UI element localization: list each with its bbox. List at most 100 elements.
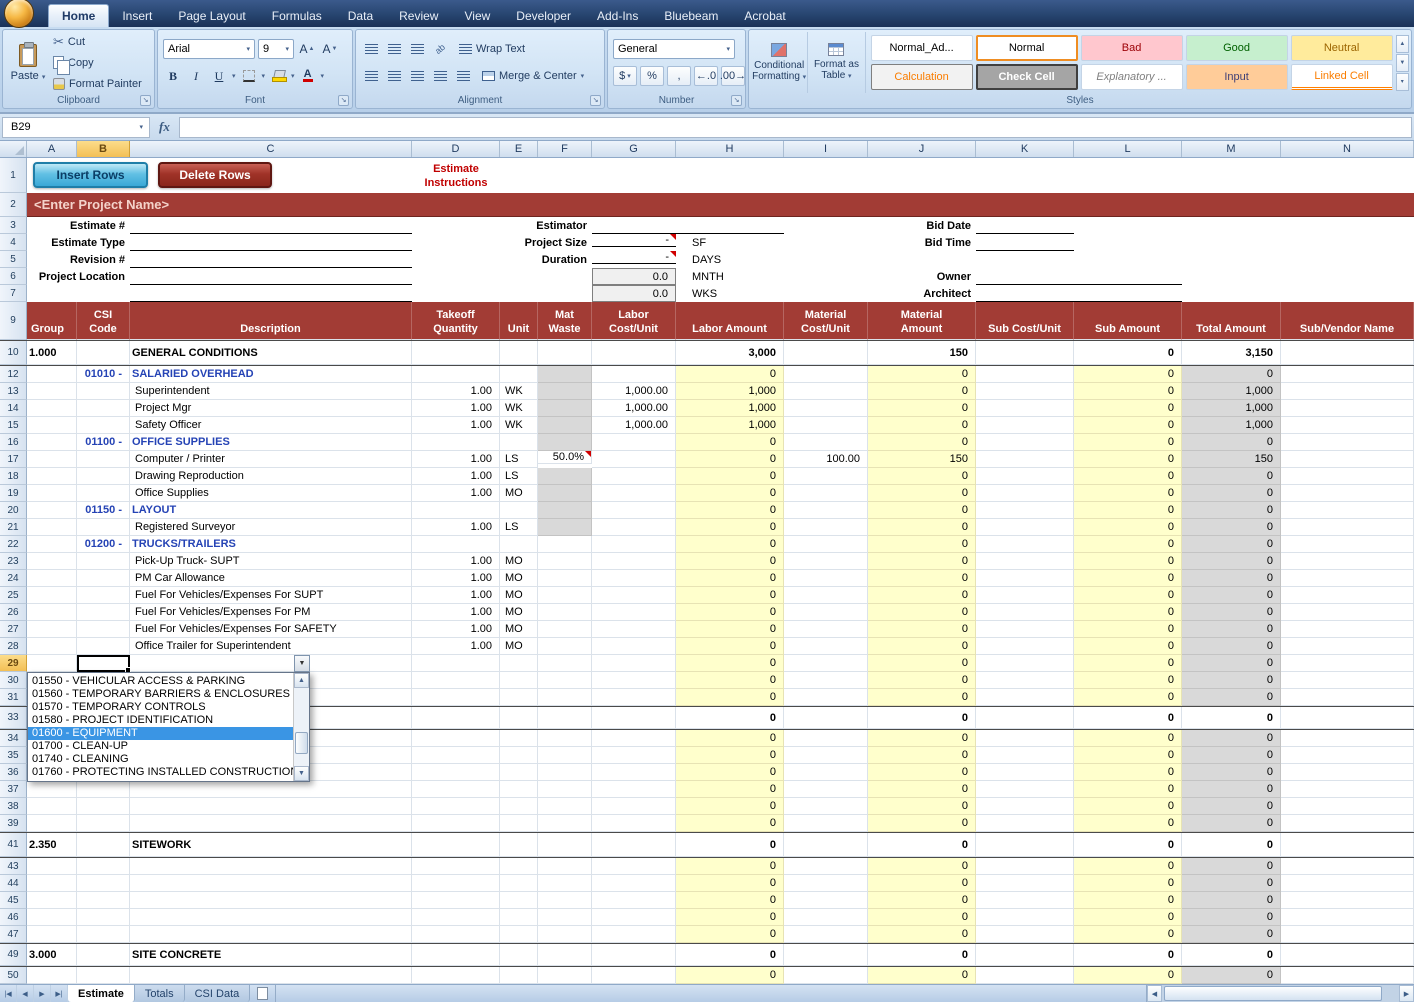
cell-I41[interactable] <box>784 833 868 857</box>
cell-N26[interactable] <box>1281 604 1414 621</box>
paste-button[interactable]: Paste ▾ <box>5 32 51 93</box>
cell-F15[interactable] <box>538 417 592 434</box>
grow-font-button[interactable]: A ▲ <box>297 39 317 59</box>
cell-C6[interactable] <box>130 268 412 285</box>
cell-F47[interactable] <box>538 926 592 943</box>
cell-F9[interactable]: Mat Waste <box>538 302 592 340</box>
cell-A27[interactable] <box>27 621 77 638</box>
cell-F16[interactable] <box>538 434 592 451</box>
cell-I21[interactable] <box>784 519 868 536</box>
cell-E37[interactable] <box>500 781 538 798</box>
dropdown-arrow-icon[interactable]: ▾ <box>321 72 325 80</box>
cell-E41[interactable] <box>500 833 538 857</box>
row-header-1[interactable]: 1 <box>0 158 27 193</box>
cell-D41[interactable] <box>412 833 500 857</box>
cell-N17[interactable] <box>1281 451 1414 468</box>
office-button[interactable] <box>4 0 34 28</box>
number-dialog-launcher[interactable]: ↘ <box>731 95 742 106</box>
cell-G7[interactable]: 0.0 <box>592 285 676 302</box>
cell-M34[interactable]: 0 <box>1182 730 1281 747</box>
cell-H10[interactable]: 3,000 <box>676 341 784 365</box>
shrink-font-button[interactable]: A ▼ <box>320 39 340 59</box>
ribbon-tab-insert[interactable]: Insert <box>109 4 165 27</box>
cell-N19[interactable] <box>1281 485 1414 502</box>
number-format-select[interactable]: General ▾ <box>613 39 735 59</box>
cell-K39[interactable] <box>976 815 1074 832</box>
row-header-27[interactable]: 27 <box>0 621 27 638</box>
cell-A2[interactable]: <Enter Project Name> <box>27 193 1414 217</box>
row-header-34[interactable]: 34 <box>0 730 27 747</box>
cell-A9[interactable]: Group <box>27 302 77 340</box>
cell-I34[interactable] <box>784 730 868 747</box>
previous-sheet-button[interactable]: ◀ <box>17 985 34 1002</box>
cell-I12[interactable] <box>784 366 868 383</box>
cell-M19[interactable]: 0 <box>1182 485 1281 502</box>
cell-N31[interactable] <box>1281 689 1414 706</box>
cell-L41[interactable]: 0 <box>1074 833 1182 857</box>
cell-A5[interactable]: Revision # <box>27 251 130 268</box>
cell-L24[interactable]: 0 <box>1074 570 1182 587</box>
cell-M12[interactable]: 0 <box>1182 366 1281 383</box>
cell-K36[interactable] <box>976 764 1074 781</box>
cell-E26[interactable]: MO <box>500 604 538 621</box>
cell-F27[interactable] <box>538 621 592 638</box>
cell-E46[interactable] <box>500 909 538 926</box>
cell-I20[interactable] <box>784 502 868 519</box>
cell-M13[interactable]: 1,000 <box>1182 383 1281 400</box>
cell-H17[interactable]: 0 <box>676 451 784 468</box>
cell-K45[interactable] <box>976 892 1074 909</box>
cell-J9[interactable]: Material Amount <box>868 302 976 340</box>
align-center-button[interactable] <box>384 66 404 86</box>
cell-K44[interactable] <box>976 875 1074 892</box>
row-header-47[interactable]: 47 <box>0 926 27 943</box>
cell-G5[interactable]: - <box>592 251 676 264</box>
cell-B37[interactable] <box>77 781 130 798</box>
cell-E15[interactable]: WK <box>500 417 538 434</box>
cell-C13[interactable]: Superintendent <box>130 383 412 400</box>
cell-B27[interactable] <box>77 621 130 638</box>
cell-K19[interactable] <box>976 485 1074 502</box>
cell-H44[interactable]: 0 <box>676 875 784 892</box>
cell-C49[interactable]: SITE CONCRETE <box>130 944 412 966</box>
cell-G15[interactable]: 1,000.00 <box>592 417 676 434</box>
horizontal-scroll-track[interactable] <box>1162 985 1399 1002</box>
cell-E14[interactable]: WK <box>500 400 538 417</box>
ribbon-tab-data[interactable]: Data <box>335 4 386 27</box>
cell-H36[interactable]: 0 <box>676 764 784 781</box>
cell-E28[interactable]: MO <box>500 638 538 655</box>
cell-D25[interactable]: 1.00 <box>412 587 500 604</box>
cell-N28[interactable] <box>1281 638 1414 655</box>
cell-H24[interactable]: 0 <box>676 570 784 587</box>
cell-H45[interactable]: 0 <box>676 892 784 909</box>
cell-D14[interactable]: 1.00 <box>412 400 500 417</box>
cell-D22[interactable] <box>412 536 500 553</box>
row-header-49[interactable]: 49 <box>0 944 27 966</box>
cell-H34[interactable]: 0 <box>676 730 784 747</box>
cell-G22[interactable] <box>592 536 676 553</box>
cell-F49[interactable] <box>538 944 592 966</box>
cell-D33[interactable] <box>412 707 500 729</box>
cell-J13[interactable]: 0 <box>868 383 976 400</box>
cell-B12[interactable]: 01010 - <box>77 366 130 383</box>
cell-M29[interactable]: 0 <box>1182 655 1281 672</box>
cell-C39[interactable] <box>130 815 412 832</box>
cell-M9[interactable]: Total Amount <box>1182 302 1281 340</box>
cell-M18[interactable]: 0 <box>1182 468 1281 485</box>
cell-D29[interactable] <box>412 655 500 672</box>
cell-J20[interactable]: 0 <box>868 502 976 519</box>
cell-J22[interactable]: 0 <box>868 536 976 553</box>
cell-J31[interactable]: 0 <box>868 689 976 706</box>
cell-D43[interactable] <box>412 858 500 875</box>
cut-button[interactable]: ✂ Cut <box>51 32 152 51</box>
cell-G17[interactable] <box>592 451 676 468</box>
cell-H19[interactable]: 0 <box>676 485 784 502</box>
cell-E29[interactable] <box>500 655 538 672</box>
cell-I27[interactable] <box>784 621 868 638</box>
cell-N29[interactable] <box>1281 655 1414 672</box>
cell-B24[interactable] <box>77 570 130 587</box>
cell-L14[interactable]: 0 <box>1074 400 1182 417</box>
cell-E24[interactable]: MO <box>500 570 538 587</box>
row-header-22[interactable]: 22 <box>0 536 27 553</box>
cell-H46[interactable]: 0 <box>676 909 784 926</box>
cell-F12[interactable] <box>538 366 592 383</box>
